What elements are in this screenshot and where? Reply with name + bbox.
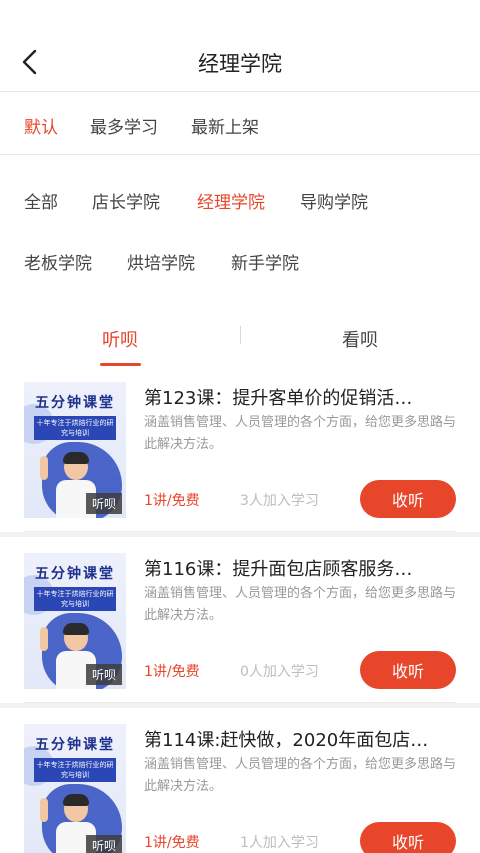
course-title: 第114课:赶快做，2020年面包店… xyxy=(144,730,429,751)
course-thumbnail: 五分钟课堂 十年专注于烘焙行业的研究与培训 听呗 xyxy=(24,553,126,689)
course-card[interactable]: 五分钟课堂 十年专注于烘焙行业的研究与培训 听呗 第123课：提升客单价的促销活… xyxy=(0,366,480,532)
category-newbie[interactable]: 新手学院 xyxy=(231,249,299,274)
tab-listen[interactable]: 听呗 xyxy=(102,326,138,352)
sort-bar: 默认 最多学习 最新上架 xyxy=(0,93,480,155)
page-title: 经理学院 xyxy=(198,52,282,76)
course-title: 第116课：提升面包店顾客服务… xyxy=(144,559,413,580)
category-baking[interactable]: 烘培学院 xyxy=(127,249,195,274)
category-filter: 全部 店长学院 经理学院 导购学院 老板学院 烘培学院 新手学院 xyxy=(0,156,480,316)
listen-button[interactable]: 收听 xyxy=(360,822,456,853)
course-card[interactable]: 五分钟课堂 十年专注于烘焙行业的研究与培训 听呗 第116课：提升面包店顾客服务… xyxy=(0,537,480,703)
tab-separator xyxy=(240,326,241,344)
course-description: 涵盖销售管理、人员管理的各个方面，给您更多思路与此解决方法。 xyxy=(144,586,457,623)
course-price: 1讲/免费 xyxy=(144,835,200,851)
sort-newest[interactable]: 最新上架 xyxy=(191,113,259,138)
course-learners: 3人加入学习 xyxy=(240,493,319,509)
course-thumbnail: 五分钟课堂 十年专注于烘焙行业的研究与培训 听呗 xyxy=(24,724,126,853)
course-card[interactable]: 五分钟课堂 十年专注于烘焙行业的研究与培训 听呗 第114课:赶快做，2020年… xyxy=(0,708,480,853)
category-store-manager[interactable]: 店长学院 xyxy=(92,188,160,213)
course-description: 涵盖销售管理、人员管理的各个方面，给您更多思路与此解决方法。 xyxy=(144,415,457,452)
category-sales-guide[interactable]: 导购学院 xyxy=(300,188,368,213)
sort-most-learned[interactable]: 最多学习 xyxy=(90,113,158,138)
listen-button[interactable]: 收听 xyxy=(360,480,456,518)
course-price: 1讲/免费 xyxy=(144,664,200,680)
audio-badge: 听呗 xyxy=(85,835,122,853)
course-description: 涵盖销售管理、人员管理的各个方面，给您更多思路与此解决方法。 xyxy=(144,757,457,794)
tab-watch[interactable]: 看呗 xyxy=(342,326,378,352)
category-all[interactable]: 全部 xyxy=(24,188,58,213)
course-learners: 1人加入学习 xyxy=(240,835,319,851)
course-title: 第123课：提升客单价的促销活… xyxy=(144,388,413,409)
sort-default[interactable]: 默认 xyxy=(24,113,58,138)
media-tabs: 听呗 看呗 xyxy=(0,316,480,366)
audio-badge: 听呗 xyxy=(85,664,122,685)
listen-button[interactable]: 收听 xyxy=(360,651,456,689)
course-thumbnail: 五分钟课堂 十年专注于烘焙行业的研究与培训 听呗 xyxy=(24,382,126,518)
course-learners: 0人加入学习 xyxy=(240,664,319,680)
course-list: 五分钟课堂 十年专注于烘焙行业的研究与培训 听呗 第123课：提升客单价的促销活… xyxy=(0,366,480,853)
category-boss[interactable]: 老板学院 xyxy=(24,249,92,274)
category-manager[interactable]: 经理学院 xyxy=(197,188,265,213)
top-bar: 经理学院 xyxy=(0,0,480,92)
audio-badge: 听呗 xyxy=(85,493,122,514)
course-price: 1讲/免费 xyxy=(144,493,200,509)
